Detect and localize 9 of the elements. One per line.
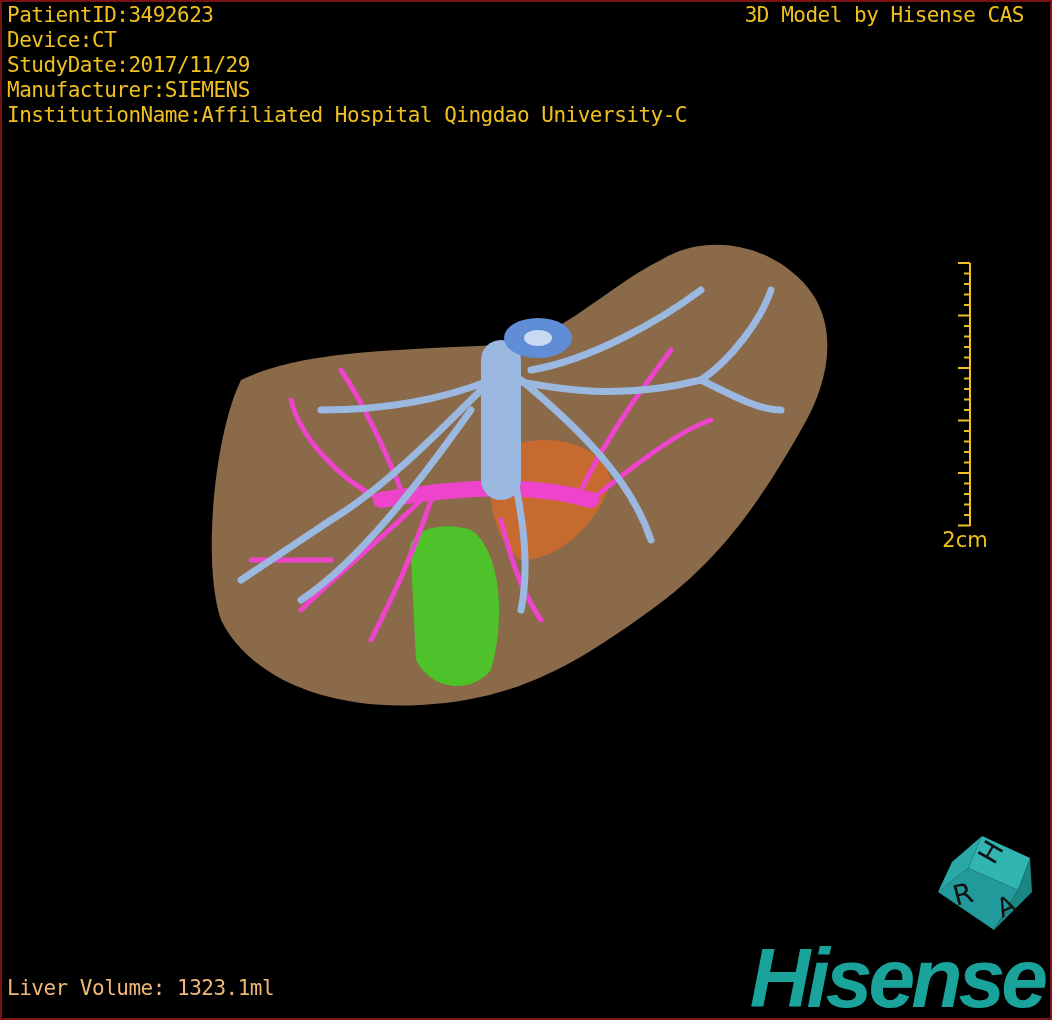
brand-logo: Hisense [749, 938, 1046, 1018]
scale-bar-label: 2cm [942, 529, 988, 551]
study-info-text: StudyDate:2017/11/29 [7, 53, 250, 78]
study-info-text: Manufacturer:SIEMENS [7, 78, 250, 103]
viewer-title: 3D Model by Hisense CAS [744, 2, 1025, 28]
study-info-text: Device:CT [7, 28, 117, 53]
study-info-text: PatientID:3492623 [7, 3, 214, 28]
liver-volume-text: Liver Volume: 1323.1ml [6, 976, 275, 1002]
study-info-text: InstitutionName:Affiliated Hospital Qingdao University-C [7, 103, 687, 128]
